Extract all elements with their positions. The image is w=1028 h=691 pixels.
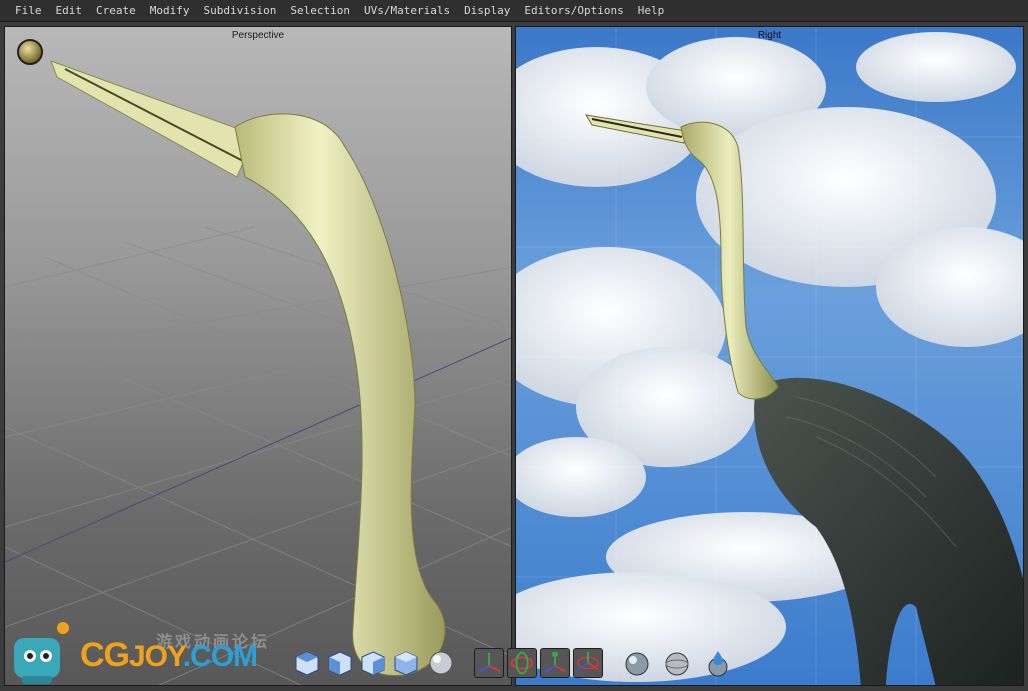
- axis-move-icon[interactable]: [474, 648, 504, 678]
- wire-icon[interactable]: [662, 648, 692, 678]
- logo-cg: CG: [80, 636, 130, 674]
- cube-persp-icon[interactable]: [391, 648, 421, 678]
- viewport-title-right: Right: [757, 30, 782, 41]
- model-neck: [234, 113, 446, 676]
- menu-subdivision[interactable]: Subdivision: [197, 0, 284, 22]
- robot-mascot-logo: [14, 622, 69, 684]
- menu-bar: File Edit Create Modify Subdivision Sele…: [0, 0, 1028, 22]
- axis-universal-icon[interactable]: [573, 648, 603, 678]
- menu-selection[interactable]: Selection: [283, 0, 357, 22]
- axis-rotate-icon[interactable]: [507, 648, 537, 678]
- grid-axis-line: [5, 337, 511, 563]
- shade-icon[interactable]: [622, 648, 652, 678]
- sphere-icon[interactable]: [426, 648, 456, 678]
- menu-modify[interactable]: Modify: [143, 0, 197, 22]
- axis-scale-icon[interactable]: [540, 648, 570, 678]
- cgjoy-watermark: 游戏动画论坛 CGJOY.COM: [8, 612, 308, 690]
- menu-edit[interactable]: Edit: [49, 0, 90, 22]
- right-scene: [516, 27, 1023, 685]
- right-viewport[interactable]: Right: [515, 26, 1024, 686]
- perspective-viewport[interactable]: Perspective: [4, 26, 512, 686]
- cube-side-icon[interactable]: [358, 648, 388, 678]
- menu-file[interactable]: File: [8, 0, 49, 22]
- viewport-title-perspective: Perspective: [231, 30, 285, 41]
- logo-joy: JOY: [129, 640, 184, 673]
- menu-display[interactable]: Display: [457, 0, 517, 22]
- camera-icon[interactable]: [17, 39, 43, 65]
- cube-front-icon[interactable]: [325, 648, 355, 678]
- texture-drop-icon[interactable]: [703, 648, 733, 678]
- menu-editors-options[interactable]: Editors/Options: [517, 0, 630, 22]
- logo-com: .COM: [182, 640, 258, 673]
- perspective-scene: [5, 60, 511, 685]
- menu-uvs-materials[interactable]: UVs/Materials: [357, 0, 457, 22]
- watermark-logo-text: CGJOY.COM: [80, 636, 258, 675]
- menu-create[interactable]: Create: [89, 0, 143, 22]
- menu-help[interactable]: Help: [631, 0, 672, 22]
